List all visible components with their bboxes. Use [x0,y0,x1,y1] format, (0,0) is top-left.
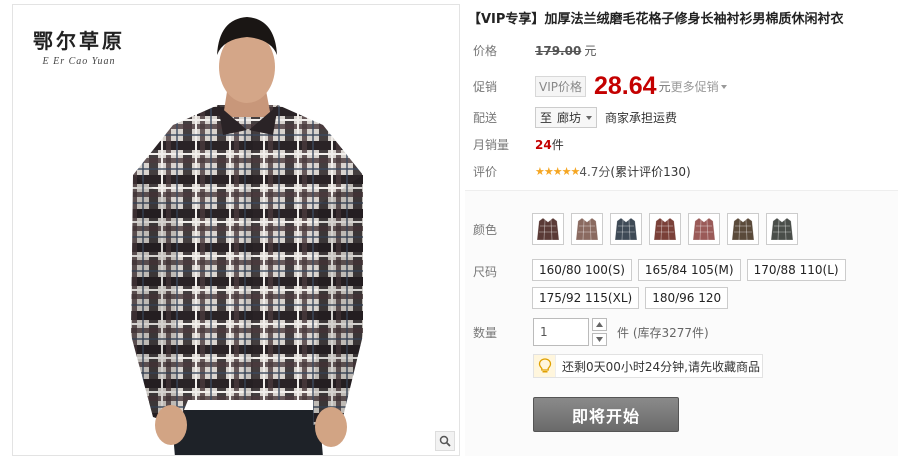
color-swatch[interactable] [532,213,564,245]
more-promo-label: 更多促销 [670,80,719,94]
brand-name-en: E Er Cao Yuan [42,56,116,67]
price-label: 价格 [473,44,498,58]
size-option[interactable]: 160/80 100(S) [532,259,632,281]
quantity-input[interactable] [533,318,589,346]
lightbulb-icon [534,355,556,377]
countdown-notice: 还剩0天00小时24分钟,请先收藏商品 [533,354,763,378]
color-swatch[interactable] [727,213,759,245]
shipping-row: 配送 至 廊坊 商家承担运费 [473,107,677,128]
sales-count: 24 [535,137,552,152]
product-page: 鄂尔草原 E Er Cao Yuan 【VIP专享】加厚法兰绒磨毛花格子修身长袖… [0,0,900,459]
zoom-icon[interactable] [435,431,455,451]
product-image[interactable]: 鄂尔草原 E Er Cao Yuan [12,4,460,456]
shirt-icon [536,217,560,241]
size-option[interactable]: 165/84 105(M) [637,259,741,281]
price-row: 价格 179.00 元 [473,42,596,59]
vip-tag: 【VIP专享】 [468,12,545,27]
shipping-label: 配送 [473,111,498,125]
brand-logo: 鄂尔草原 E Er Cao Yuan [33,25,125,67]
promo-label: 促销 [473,80,498,94]
chevron-down-icon [596,337,603,342]
chevron-up-icon [596,322,603,327]
star-rating-icon: ★★★★★ [535,165,580,178]
size-label: 尺码 [473,265,498,279]
color-label: 颜色 [473,222,498,237]
color-swatch[interactable] [571,213,603,245]
size-option[interactable]: 180/96 120 [645,287,729,309]
color-swatch[interactable] [688,213,720,245]
brand-name-cn: 鄂尔草原 [33,29,125,53]
promo-row: 促销 VIP价格 28.64 元 更多促销 [473,72,727,101]
sales-row: 月销量 24 件 [473,136,564,153]
coming-soon-button[interactable]: 即将开始 [533,397,679,432]
increase-button[interactable] [592,318,607,331]
model-photo [131,17,363,455]
color-swatch[interactable] [649,213,681,245]
product-title: 【VIP专享】加厚法兰绒磨毛花格子修身长袖衬衫男棉质休闲衬衣 [468,8,898,27]
review-count-link[interactable]: (累计评价130) [610,163,690,180]
vip-price-badge: VIP价格 [535,76,586,97]
more-promo-link[interactable]: 更多促销 [671,78,727,95]
original-price: 179.00 [535,43,582,58]
quantity-stepper [592,318,607,346]
stock-info: 件 (库存3277件) [617,325,709,340]
chevron-down-icon [586,115,593,120]
rating-label: 评价 [473,165,498,179]
size-row: 尺码 160/80 100(S) 165/84 105(M) 170/88 11… [473,259,846,309]
countdown-text: 还剩0天00小时24分钟,请先收藏商品 [562,359,760,374]
color-swatches [532,213,805,245]
sales-unit: 件 [551,138,564,152]
destination-prefix: 至 [540,111,553,125]
rating-row: 评价 ★★★★★ 4.7分 (累计评价130) [473,163,691,180]
size-options: 160/80 100(S) 165/84 105(M) 170/88 110(L… [532,259,846,309]
color-swatch[interactable] [610,213,642,245]
color-row: 颜色 [473,213,805,245]
shirt-icon [614,217,638,241]
size-option[interactable]: 170/88 110(L) [746,259,846,281]
shirt-icon [731,217,755,241]
shipping-note: 商家承担运费 [605,111,678,125]
destination-value: 廊坊 [557,111,582,125]
shirt-icon [692,217,716,241]
color-swatch[interactable] [766,213,798,245]
promo-price: 28.64 [594,72,657,100]
promo-unit: 元 [658,80,671,94]
shirt-icon [653,217,677,241]
product-title-text: 加厚法兰绒磨毛花格子修身长袖衬衫男棉质休闲衬衣 [544,12,844,27]
chevron-down-icon [720,84,727,89]
sales-label: 月销量 [473,138,510,152]
destination-select[interactable]: 至 廊坊 [535,107,598,128]
size-option[interactable]: 175/92 115(XL) [532,287,640,309]
decrease-button[interactable] [592,333,607,346]
quantity-label: 数量 [473,325,498,340]
price-unit: 元 [584,44,597,58]
rating-score: 4.7分 [579,165,611,179]
quantity-row: 数量 件 (库存3277件) [473,318,709,346]
shirt-icon [575,217,599,241]
shirt-icon [770,217,794,241]
